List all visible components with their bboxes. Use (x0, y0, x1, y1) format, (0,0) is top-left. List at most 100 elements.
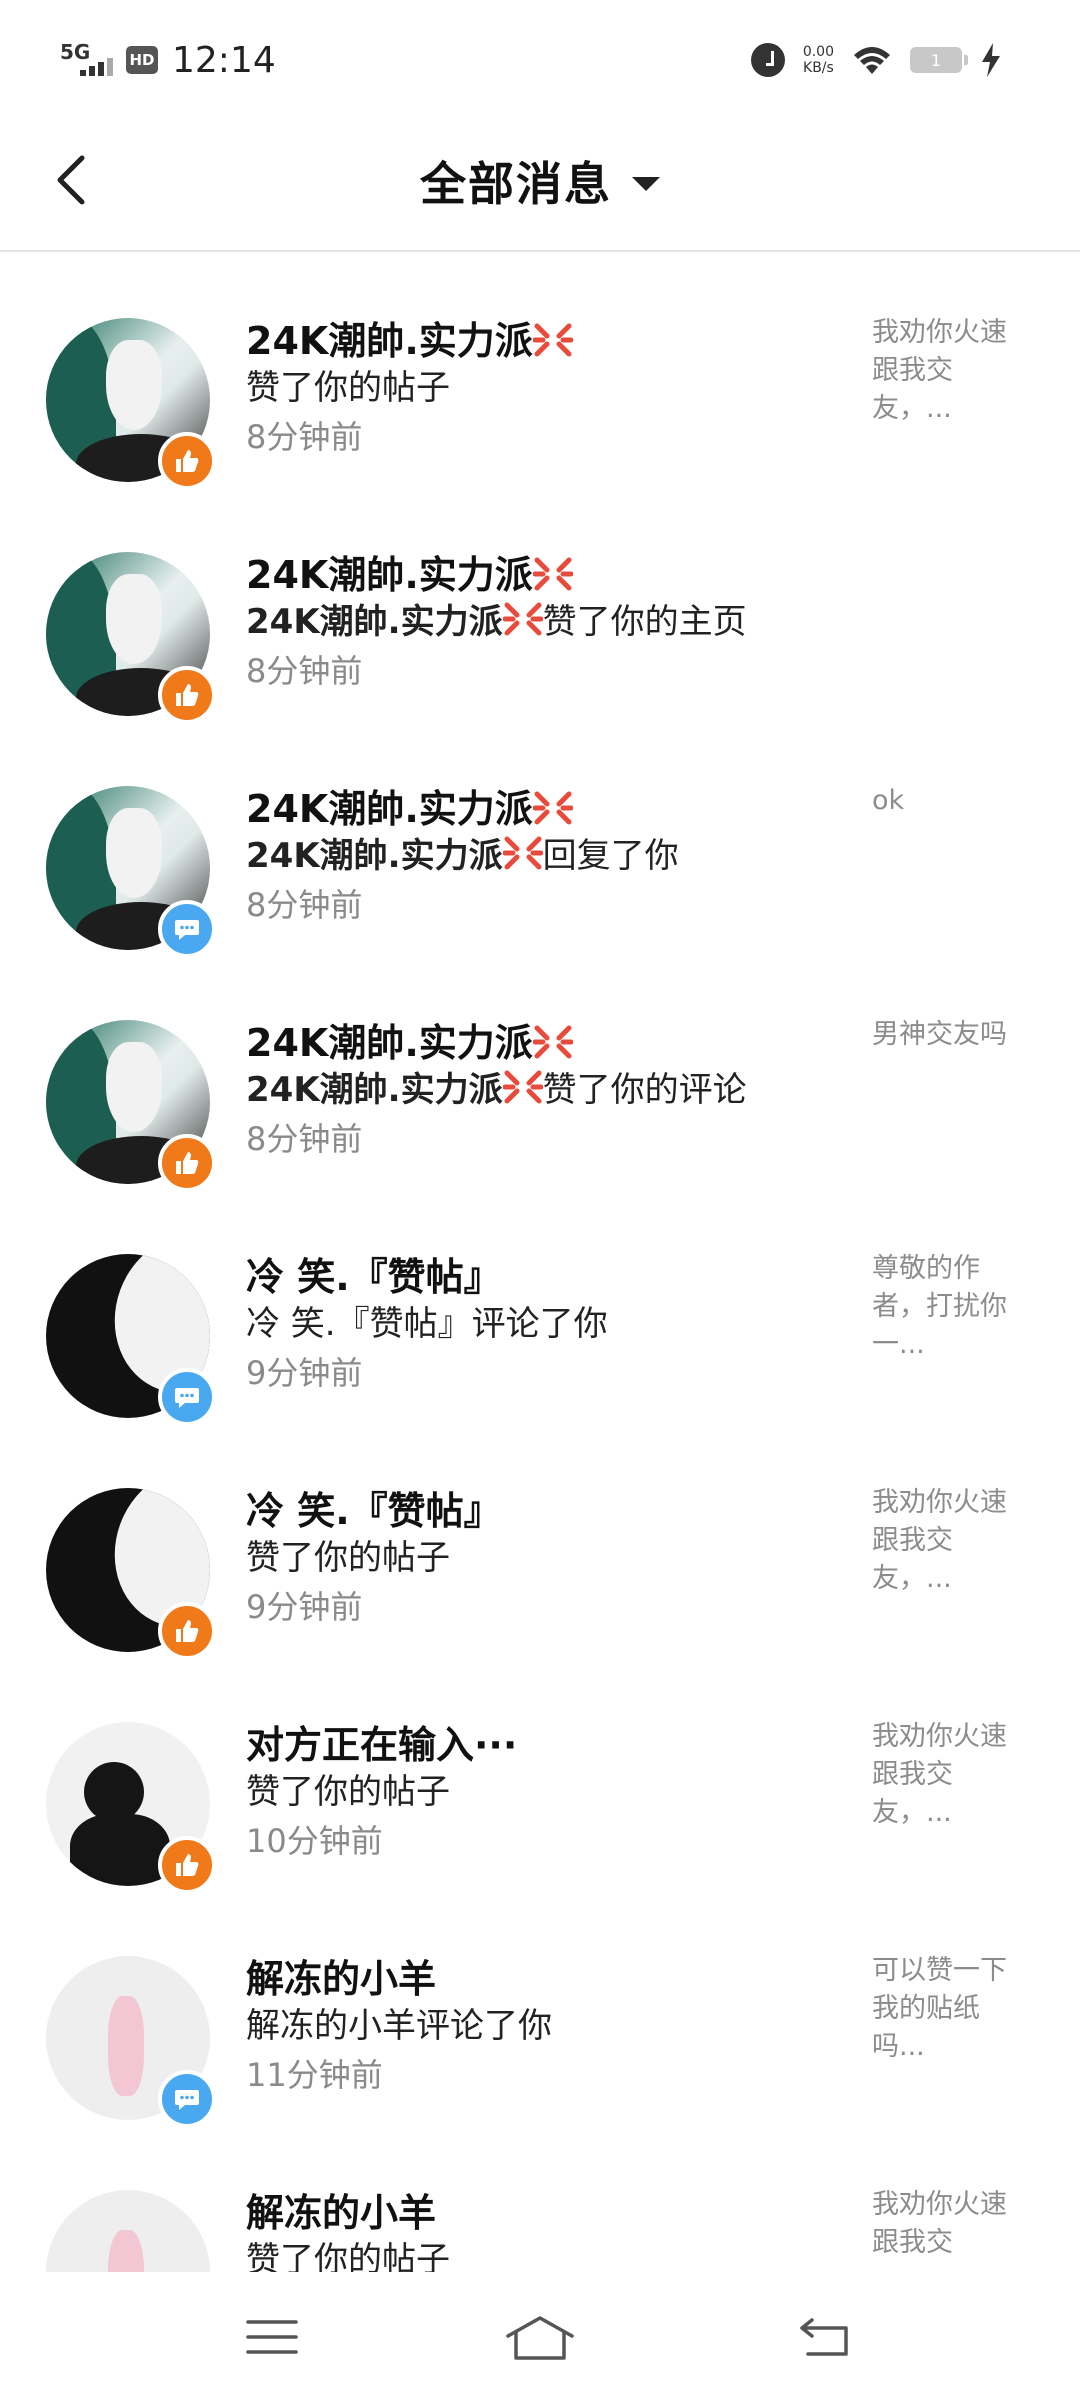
message-action: 解冻的小羊评论了你 (246, 1998, 552, 2047)
sender-name[interactable]: 冷 笑.『赞帖』 (246, 1480, 502, 1535)
action-actor: 24K潮帥.实力派 (246, 836, 503, 876)
action-text: 赞了你的帖子 (246, 1772, 450, 1812)
message-item[interactable]: 解冻的小羊解冻的小羊评论了你 11分钟前 可以赞一下我的贴纸吗... (0, 1890, 1080, 2128)
message-item[interactable]: 冷 笑.『赞帖』冷 笑.『赞帖』评论了你 9分钟前 尊敬的作者，打扰你一... (0, 1188, 1080, 1426)
timestamp: 8分钟前 (246, 886, 363, 924)
message-action: 赞了你的帖子 (246, 2232, 450, 2272)
angry-emoji-icon (502, 836, 543, 870)
content-preview[interactable]: 尊敬的作者，打扰你一... (872, 1250, 1032, 1364)
action-text: 回复了你 (542, 836, 679, 876)
angry-emoji-icon (532, 323, 573, 357)
timestamp: 11分钟前 (246, 2056, 383, 2094)
action-text: 赞了你的帖子 (246, 2240, 450, 2272)
clock: 12:14 (172, 39, 276, 81)
comment-bubble-icon (158, 900, 216, 958)
status-bar: 5G HD 12:14 0.00 KB/s 1 (0, 0, 1080, 120)
back-icon[interactable] (794, 2312, 854, 2362)
content-preview[interactable]: 我劝你火速跟我交友，... (872, 1484, 1032, 1598)
content-preview[interactable]: 可以赞一下我的贴纸吗... (872, 1952, 1032, 2066)
message-item[interactable]: 24K潮帥.实力派 24K潮帥.实力派 赞了你的主页 8分钟前 (0, 486, 1080, 724)
angry-emoji-icon (502, 1070, 543, 1104)
avatar[interactable] (46, 2190, 210, 2272)
message-item[interactable]: 24K潮帥.实力派赞了你的帖子 8分钟前 我劝你火速跟我交友，... (0, 252, 1080, 490)
sender-name[interactable]: 解冻的小羊 (246, 1948, 436, 2003)
caret-down-icon (632, 177, 660, 191)
thumbs-up-icon (158, 1134, 216, 1192)
wifi-icon (854, 47, 890, 74)
angry-emoji-icon (532, 791, 573, 825)
timestamp: 9分钟前 (246, 1354, 363, 1392)
sender-name[interactable]: 24K潮帥.实力派 (246, 778, 573, 833)
sender-name-text: 24K潮帥.实力派 (246, 553, 533, 597)
action-actor: 24K潮帥.实力派 (246, 602, 503, 642)
action-text: 赞了你的主页 (542, 602, 747, 642)
angry-emoji-icon (532, 557, 573, 591)
action-text: 赞了你的评论 (542, 1070, 747, 1110)
thumbs-up-icon (158, 1602, 216, 1660)
network-speed-unit: KB/s (803, 60, 834, 76)
message-item[interactable]: 对方正在输入··· 赞了你的帖子 10分钟前 我劝你火速跟我交友，... (0, 1656, 1080, 1894)
title-dropdown[interactable]: 全部消息 (0, 148, 1080, 214)
sender-name-text: 24K潮帥.实力派 (246, 319, 533, 363)
action-text: 冷 笑.『赞帖』评论了你 (246, 1304, 608, 1344)
message-list[interactable]: 24K潮帥.实力派 赞了你的帖子 8分钟前 我劝你火速跟我交友，... 24K潮帥.实力… (0, 252, 1080, 2272)
comment-bubble-icon (158, 1368, 216, 1426)
content-preview[interactable]: ok (872, 782, 1032, 820)
sender-name-text: 冷 笑.『赞帖』 (246, 1489, 502, 1533)
timestamp: 8分钟前 (246, 1120, 363, 1158)
message-action: 冷 笑.『赞帖』评论了你 (246, 1296, 608, 1345)
message-action: 赞了你的帖子 (246, 1764, 450, 1813)
message-item[interactable]: 24K潮帥.实力派 24K潮帥.实力派 赞了你的评论 8分钟前 男神交友吗 (0, 954, 1080, 1192)
sender-name[interactable]: 冷 笑.『赞帖』 (246, 1246, 502, 1301)
sender-name-text: 24K潮帥.实力派 (246, 1021, 533, 1065)
content-preview[interactable]: 我劝你火速跟我交友，... (872, 1718, 1032, 1832)
action-text: 赞了你的帖子 (246, 368, 450, 408)
hd-icon: HD (126, 46, 158, 74)
battery-icon: 1 (910, 47, 968, 73)
thumbs-up-icon (158, 1836, 216, 1894)
sender-name-text: 24K潮帥.实力派 (246, 787, 533, 831)
network-speed: 0.00 KB/s (803, 44, 834, 76)
message-action: 24K潮帥.实力派 回复了你 (246, 828, 679, 877)
action-actor: 24K潮帥.实力派 (246, 1070, 503, 1110)
sender-name-text: 解冻的小羊 (246, 1957, 437, 2001)
sender-name[interactable]: 24K潮帥.实力派 (246, 1012, 573, 1067)
page-title: 全部消息 (420, 157, 612, 211)
angry-emoji-icon (502, 602, 543, 636)
content-preview[interactable]: 我劝你火速跟我交友，... (872, 314, 1032, 428)
header: 全部消息 (0, 120, 1080, 252)
timestamp: 9分钟前 (246, 1588, 363, 1626)
system-nav-bar (0, 2272, 1080, 2400)
home-icon[interactable] (504, 2312, 576, 2362)
signal-icon: 5G (60, 40, 113, 80)
alarm-icon (750, 43, 785, 77)
timestamp: 10分钟前 (246, 1822, 383, 1860)
sender-name-text: 对方正在输入··· (246, 1723, 518, 1767)
message-action: 赞了你的帖子 (246, 360, 450, 409)
action-text: 解冻的小羊评论了你 (246, 2006, 552, 2046)
sender-name-text: 解冻的小羊 (246, 2191, 437, 2235)
charging-icon (982, 43, 1000, 77)
sender-name[interactable]: 24K潮帥.实力派 (246, 310, 573, 365)
comment-bubble-icon (158, 2070, 216, 2128)
message-item[interactable]: 24K潮帥.实力派 24K潮帥.实力派 回复了你 8分钟前 ok (0, 720, 1080, 958)
angry-emoji-icon (532, 1025, 573, 1059)
sender-name[interactable]: 对方正在输入··· (246, 1714, 517, 1769)
timestamp: 8分钟前 (246, 652, 363, 690)
sender-name-text: 冷 笑.『赞帖』 (246, 1255, 502, 1299)
message-item[interactable]: 冷 笑.『赞帖』赞了你的帖子 9分钟前 我劝你火速跟我交友，... (0, 1422, 1080, 1660)
thumbs-up-icon (158, 432, 216, 490)
message-action: 赞了你的帖子 (246, 1530, 450, 1579)
content-preview[interactable]: 我劝你火速跟我交 (872, 2186, 1032, 2262)
menu-icon[interactable] (242, 2312, 302, 2362)
timestamp: 8分钟前 (246, 418, 363, 456)
message-item[interactable]: 解冻的小羊赞了你的帖子 我劝你火速跟我交 (0, 2124, 1080, 2272)
message-action: 24K潮帥.实力派 赞了你的评论 (246, 1062, 747, 1111)
sender-name[interactable]: 24K潮帥.实力派 (246, 544, 573, 599)
sender-name[interactable]: 解冻的小羊 (246, 2182, 436, 2237)
action-text: 赞了你的帖子 (246, 1538, 450, 1578)
content-preview[interactable]: 男神交友吗 (872, 1016, 1032, 1054)
message-action: 24K潮帥.实力派 赞了你的主页 (246, 594, 747, 643)
network-speed-value: 0.00 (802, 44, 834, 60)
thumbs-up-icon (158, 666, 216, 724)
